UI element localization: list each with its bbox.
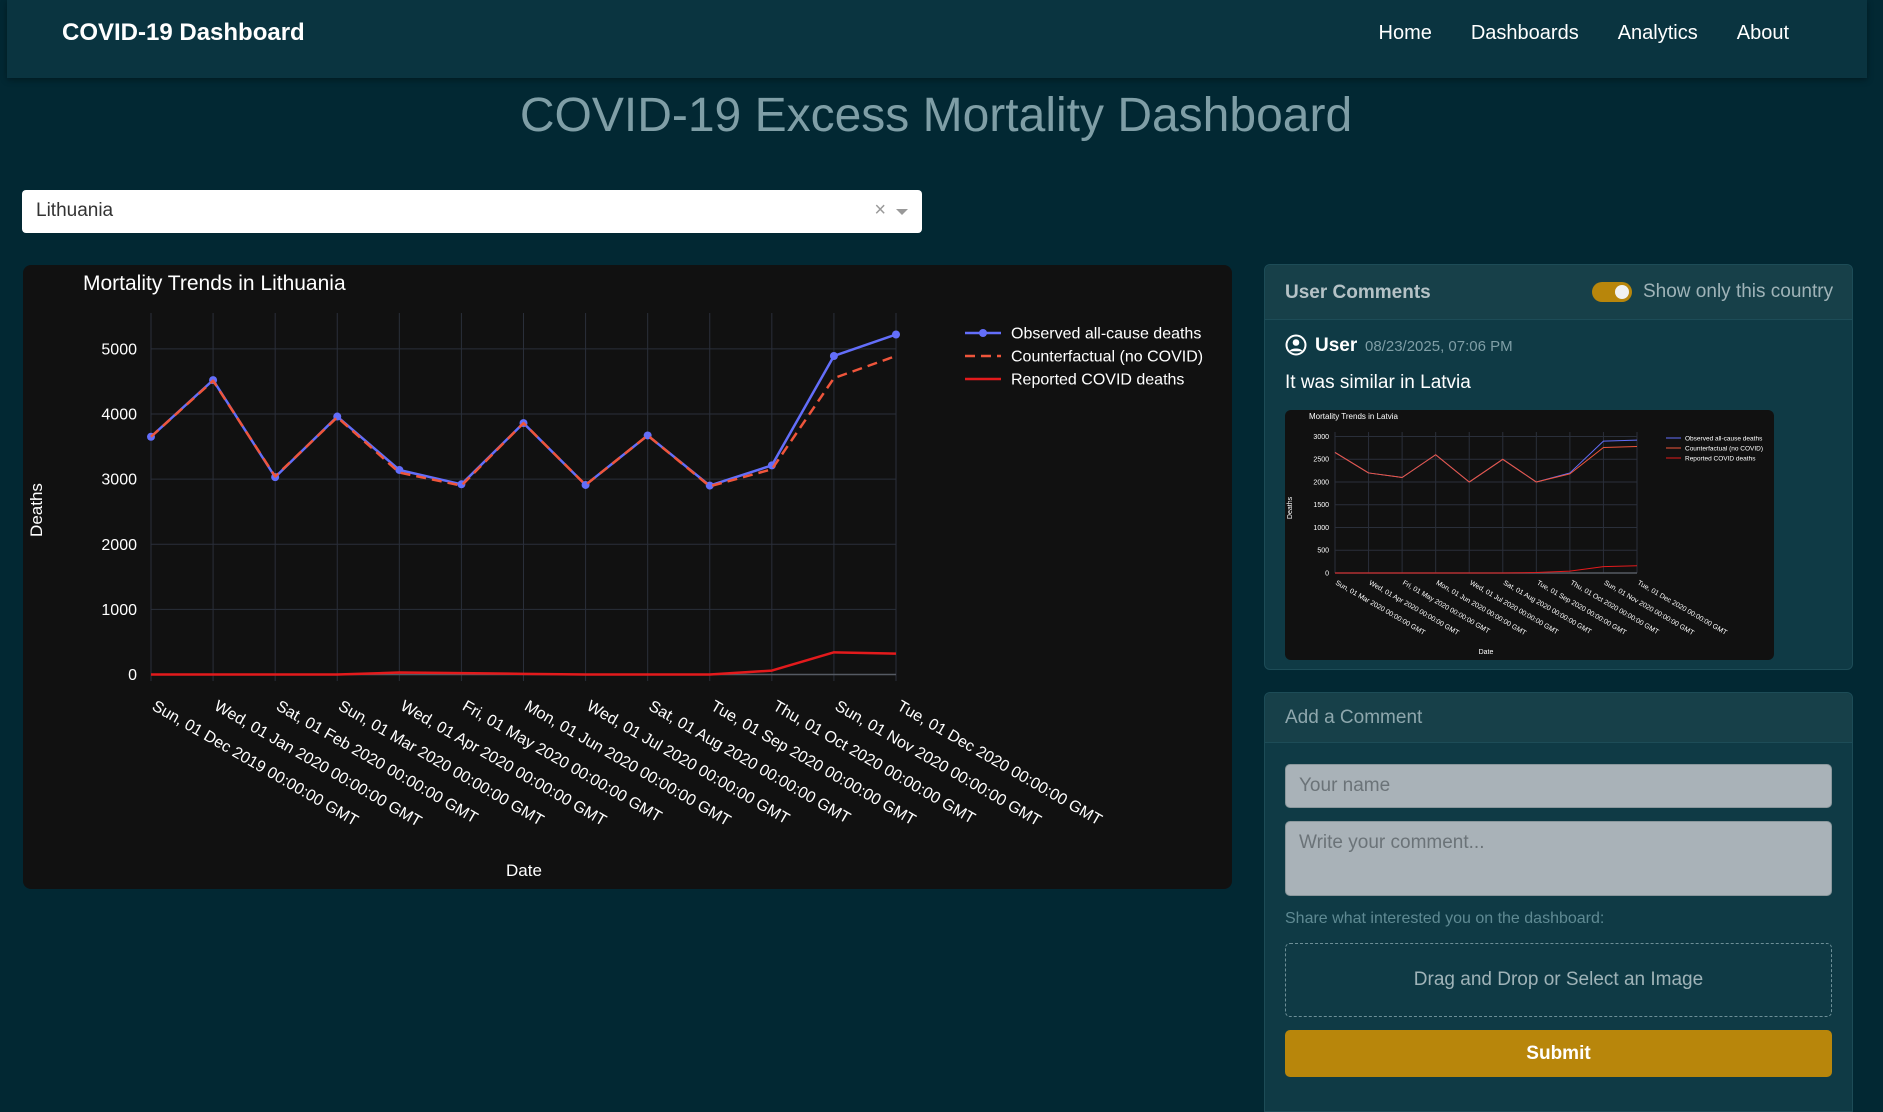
nav-links: Home Dashboards Analytics About [1379,22,1790,45]
mortality-chart[interactable]: 010002000300040005000Sun, 01 Dec 2019 00… [23,265,1232,889]
submit-button[interactable]: Submit [1285,1030,1832,1077]
comment-author: User [1315,335,1358,356]
y-tick-label: 2500 [1313,457,1329,464]
mortality-chart-card: 0 1000 2000 3000 4000 5000 Sun, 01 Dec 2019 00… [23,265,1232,889]
y-axis-label: Deaths [1287,496,1294,519]
user-comments-card: User Comments Show only this country Use… [1264,264,1853,670]
x-axis-label: Date [506,861,542,880]
country-dropdown[interactable]: Lithuania × [22,190,922,233]
clear-icon[interactable]: × [874,199,886,222]
y-tick-label: 500 [1317,548,1329,555]
image-help-text: Share what interested you on the dashboa… [1285,910,1605,927]
y-axis-label: Deaths [27,483,46,537]
country-dropdown-value: Lithuania [36,200,114,221]
y-tick-label: 2000 [1313,479,1329,486]
comment-meta: User 08/23/2025, 07:06 PM [1285,331,1825,361]
legend-label-3: Reported COVID deaths [1685,455,1756,462]
y-tick-label: 3000 [101,472,137,489]
comment-text: It was similar in Latvia [1285,372,1471,393]
y-tick-label: 4000 [101,407,137,424]
legend-label-1: Observed all-cause deaths [1685,435,1763,442]
user-circle-icon [1285,334,1307,356]
y-tick-label: 1000 [1313,525,1329,532]
comment-textarea[interactable] [1285,821,1832,896]
legend-label-2: Counterfactual (no COVID) [1011,349,1203,366]
nav-link-dashboards[interactable]: Dashboards [1471,22,1579,45]
dropzone-label: Drag and Drop or Select an Image [1413,969,1704,990]
chevron-down-icon[interactable] [896,209,908,215]
comment-timestamp: 08/23/2025, 07:06 PM [1365,338,1513,355]
x-axis-label: Date [1479,649,1494,656]
brand-title[interactable]: COVID-19 Dashboard [62,19,305,47]
chart-title: Mortality Trends in Lithuania [83,272,346,295]
add-comment-header: Add a Comment [1265,693,1852,743]
name-input[interactable] [1285,764,1832,808]
legend-label-2: Counterfactual (no COVID) [1685,445,1763,452]
comment-image-chart: 050010001500200025003000Sun, 01 Mar 2020… [1287,412,1763,656]
y-tick-label: 1500 [1313,502,1329,509]
country-filter-toggle-label[interactable]: Show only this country [1643,281,1833,303]
y-tick-label: 2000 [101,537,137,554]
chart-title: Mortality Trends in Latvia [1309,412,1398,421]
y-tick-label: 1000 [101,602,137,619]
legend-marker [979,329,987,337]
series-line-3 [1335,565,1638,574]
legend-label-1: Observed all-cause deaths [1011,326,1201,343]
add-comment-title: Add a Comment [1285,707,1423,728]
comments-title: User Comments [1285,282,1431,303]
top-navbar: COVID-19 Dashboard Home Dashboards Analy… [7,0,1867,78]
nav-link-home[interactable]: Home [1379,22,1432,45]
image-upload-dropzone[interactable]: Drag and Drop or Select an Image [1285,943,1832,1017]
data-point [829,351,838,360]
page-title: COVID-19 Excess Mortality Dashboard [519,89,1353,142]
y-tick-label: 0 [128,667,137,684]
y-tick-label: 0 [1325,570,1329,577]
comments-header: User Comments Show only this country [1265,265,1852,320]
legend-label-3: Reported COVID deaths [1011,372,1184,389]
y-tick-label: 3000 [1313,434,1329,441]
add-comment-card: Add a Comment Share what interested you … [1264,692,1853,1112]
nav-link-about[interactable]: About [1737,22,1789,45]
series-line-1 [1334,439,1638,483]
y-tick-label: 5000 [101,341,137,358]
data-point [892,330,900,339]
comment-image[interactable]: 0 500 1000 1500 2000 2500 3000 Sun, 01 Mar 2020… [1285,410,1774,660]
nav-link-analytics[interactable]: Analytics [1618,22,1698,45]
toggle-knob [1615,285,1629,299]
country-filter-toggle[interactable] [1592,282,1632,302]
